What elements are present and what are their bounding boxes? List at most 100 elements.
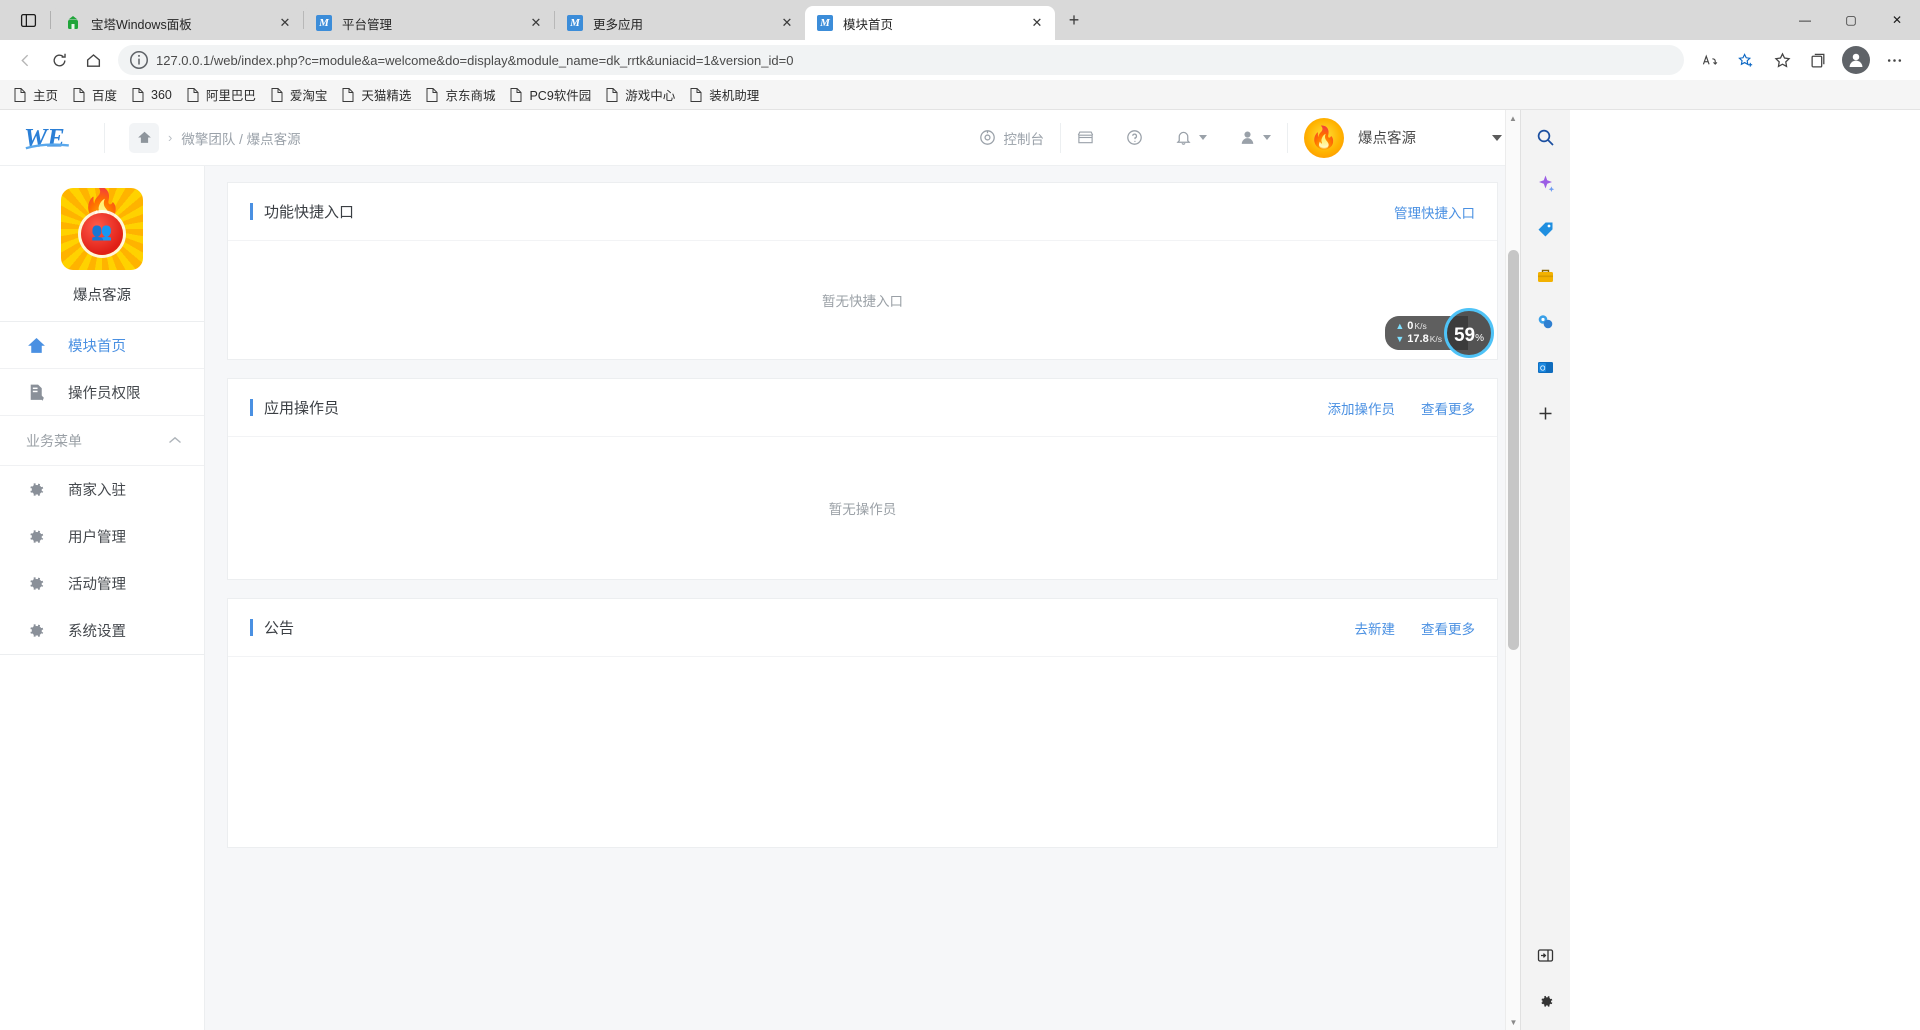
tab-close-button[interactable]: ✕ <box>524 11 548 35</box>
copilot-icon[interactable] <box>1529 166 1563 200</box>
flame-avatar-icon: 🔥 <box>1310 125 1337 151</box>
view-more-operators-link[interactable]: 查看更多 <box>1421 398 1475 418</box>
settings-and-more-icon[interactable] <box>1877 43 1911 77</box>
sidebar-item-merchant-entry[interactable]: 商家入驻 <box>0 466 204 513</box>
favorites-icon[interactable] <box>1765 43 1799 77</box>
browser-tab-3[interactable]: M 模块首页 ✕ <box>805 6 1055 40</box>
console-button[interactable]: 控制台 <box>963 128 1061 148</box>
tab-overview-button[interactable] <box>8 0 48 40</box>
tools-icon[interactable] <box>1529 258 1563 292</box>
page-icon <box>131 87 145 103</box>
network-performance-widget[interactable]: ▲ 0 K/s ▼ 17.8 K/s 59 % <box>1385 308 1494 358</box>
games-icon[interactable] <box>1529 304 1563 338</box>
help-button[interactable] <box>1110 129 1159 146</box>
view-more-announcements-link[interactable]: 查看更多 <box>1421 618 1475 638</box>
download-speed-unit: K/s <box>1430 333 1442 346</box>
profile-avatar[interactable] <box>1842 46 1870 74</box>
sidebar-item-system-settings[interactable]: 系统设置 <box>0 607 204 654</box>
user-name: 爆点客源 <box>1358 127 1416 148</box>
sidebar-settings-icon[interactable] <box>1529 984 1563 1018</box>
card-header: 公告 去新建 查看更多 <box>228 599 1497 657</box>
store-button[interactable] <box>1061 129 1110 146</box>
sidebar-group-business[interactable]: 业务菜单 <box>0 416 204 466</box>
bookmark-item[interactable]: 装机助理 <box>682 82 766 107</box>
bookmark-label: 360 <box>151 88 172 102</box>
create-announcement-link[interactable]: 去新建 <box>1355 618 1396 638</box>
collections-icon[interactable] <box>1801 43 1835 77</box>
bookmark-item[interactable]: PC9软件园 <box>502 82 598 107</box>
site-info-icon[interactable] <box>128 49 150 71</box>
add-operator-link[interactable]: 添加操作员 <box>1328 398 1396 418</box>
manage-quick-entry-link[interactable]: 管理快捷入口 <box>1394 202 1475 222</box>
page-scrollbar[interactable]: ▲ ▼ <box>1505 110 1520 1030</box>
tab-close-button[interactable]: ✕ <box>273 11 297 35</box>
bookmark-label: 天猫精选 <box>361 85 411 104</box>
tab-close-button[interactable]: ✕ <box>1025 11 1049 35</box>
new-tab-button[interactable]: + <box>1059 5 1089 35</box>
page-icon <box>270 87 284 103</box>
bookmark-item[interactable]: 阿里巴巴 <box>179 82 263 107</box>
tab-close-button[interactable]: ✕ <box>775 11 799 35</box>
notifications-button[interactable] <box>1159 129 1223 146</box>
sidebar-item-operator-permission[interactable]: 操作员权限 <box>0 369 204 416</box>
browser-tab-1[interactable]: M 平台管理 ✕ <box>304 6 554 40</box>
toggle-sidebar-icon[interactable] <box>1529 938 1563 972</box>
home-button[interactable] <box>76 43 110 77</box>
sidebar-item-label: 操作员权限 <box>68 382 141 403</box>
console-label: 控制台 <box>1004 128 1045 148</box>
bookmark-item[interactable]: 京东商城 <box>418 82 502 107</box>
sidebar-item-activity-management[interactable]: 活动管理 <box>0 560 204 607</box>
chevron-down-icon[interactable] <box>1492 135 1502 141</box>
cpu-usage-ring[interactable]: 59 % <box>1444 308 1494 358</box>
sidebar-nav: 模块首页 操作员权限 业务菜单 <box>0 322 204 655</box>
shopping-icon[interactable] <box>1529 212 1563 246</box>
search-icon[interactable] <box>1529 120 1563 154</box>
sidebar-item-module-home[interactable]: 模块首页 <box>0 322 204 369</box>
back-button[interactable] <box>8 43 42 77</box>
document-edit-icon <box>26 382 52 403</box>
bookmark-label: 装机助理 <box>709 85 759 104</box>
card-app-operators: 应用操作员 添加操作员 查看更多 暂无操作员 <box>227 378 1498 580</box>
bookmark-label: 游戏中心 <box>625 85 675 104</box>
add-sidebar-icon[interactable] <box>1529 396 1563 430</box>
sidebar-divider <box>0 654 204 655</box>
scroll-up-arrow[interactable]: ▲ <box>1506 110 1520 126</box>
browser-tab-2[interactable]: M 更多应用 ✕ <box>555 6 805 40</box>
reload-button[interactable] <box>42 43 76 77</box>
user-profile-chip[interactable]: 🔥 爆点客源 <box>1288 118 1502 158</box>
sidebar-item-label: 系统设置 <box>68 620 126 641</box>
window-minimize-button[interactable]: — <box>1782 0 1828 40</box>
breadcrumb-path: 微擎团队 / 爆点客源 <box>181 128 300 148</box>
home-icon[interactable] <box>129 123 159 153</box>
upload-speed-value: 0 <box>1407 320 1413 333</box>
scroll-down-arrow[interactable]: ▼ <box>1506 1014 1521 1030</box>
scrollbar-thumb[interactable] <box>1508 250 1519 650</box>
sidebar-item-user-management[interactable]: 用户管理 <box>0 513 204 560</box>
bookmark-label: PC9软件园 <box>529 85 591 104</box>
store-icon <box>1077 129 1094 146</box>
window-maximize-button[interactable]: ▢ <box>1828 0 1874 40</box>
bookmark-item[interactable]: 天猫精选 <box>334 82 418 107</box>
sidebar-item-label: 商家入驻 <box>68 479 126 500</box>
sidebar-group-label: 业务菜单 <box>26 431 168 451</box>
download-speed-row: ▼ 17.8 K/s <box>1395 333 1442 346</box>
outlook-icon[interactable]: O <box>1529 350 1563 384</box>
bookmark-item[interactable]: 爱淘宝 <box>263 82 335 107</box>
read-aloud-icon[interactable] <box>1693 43 1727 77</box>
bookmark-item[interactable]: 360 <box>124 84 179 106</box>
accent-bar <box>250 399 253 416</box>
upload-arrow-icon: ▲ <box>1395 320 1404 333</box>
window-close-button[interactable]: ✕ <box>1874 0 1920 40</box>
add-favorite-icon[interactable] <box>1729 43 1763 77</box>
bookmark-item[interactable]: 百度 <box>65 82 124 107</box>
bookmark-item[interactable]: 游戏中心 <box>598 82 682 107</box>
weiqin-logo[interactable]: WE <box>0 123 104 153</box>
breadcrumb: › 微擎团队 / 爆点客源 <box>105 123 963 153</box>
browser-tab-0[interactable]: 宝塔Windows面板 ✕ <box>53 6 303 40</box>
address-bar[interactable]: 127.0.0.1/web/index.php?c=module&a=welco… <box>118 45 1684 75</box>
bell-icon <box>1175 129 1192 146</box>
card-quick-entry: 功能快捷入口 管理快捷入口 暂无快捷入口 <box>227 182 1498 360</box>
user-menu-button[interactable] <box>1223 129 1287 146</box>
bookmark-item[interactable]: 主页 <box>6 82 65 107</box>
chevron-up-icon <box>168 436 182 445</box>
